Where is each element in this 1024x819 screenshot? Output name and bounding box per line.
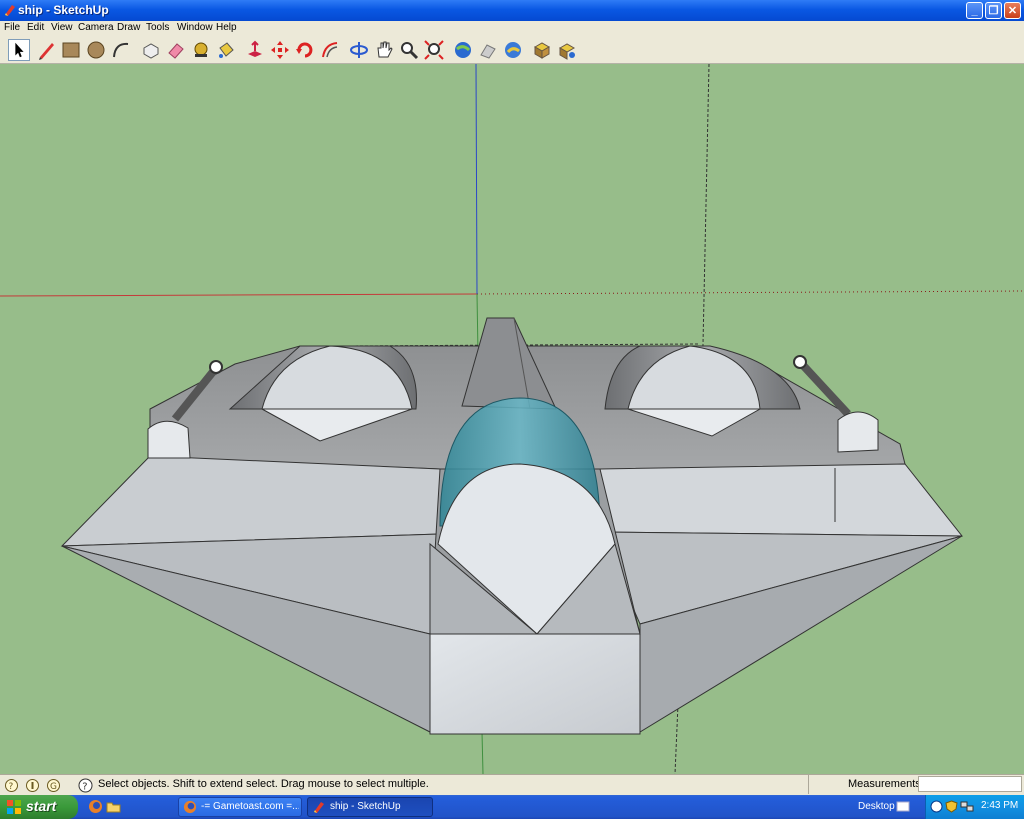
windows-logo-icon [7,800,21,814]
tape-measure-icon[interactable] [190,39,212,61]
model-canvas[interactable] [0,64,1024,774]
right-cannon-muzzle [793,355,807,369]
make-component-icon[interactable] [140,39,162,61]
task-firefox[interactable]: -= Gametoast.com =... [178,797,302,817]
credits-icon[interactable] [25,778,40,793]
red-axis-negative [476,290,1024,295]
toolbar [0,36,1024,64]
zoom-extents-icon[interactable] [423,39,445,61]
network-icon[interactable] [960,800,974,813]
left-cannon-muzzle [209,360,223,374]
google-signin-icon[interactable]: G [46,778,61,793]
status-message: Select objects. Shift to extend select. … [98,778,429,790]
front-block [429,633,641,735]
guide-line-lower [674,703,679,774]
clock[interactable]: 2:43 PM [981,800,1018,811]
select-icon[interactable] [8,39,30,61]
menu-camera[interactable]: Camera [78,22,114,33]
orbit-icon[interactable] [348,39,370,61]
menu-draw[interactable]: Draw [117,22,140,33]
svg-text:G: G [50,782,57,792]
move-icon[interactable] [269,39,291,61]
svg-text:?: ? [9,782,14,792]
zoom-icon[interactable] [398,39,420,61]
red-axis [0,293,478,297]
eraser-icon[interactable] [165,39,187,61]
close-button[interactable]: ✕ [1004,2,1021,19]
arc-icon[interactable] [110,39,132,61]
task-firefox-label: -= Gametoast.com =... [201,801,299,812]
firefox-icon [183,800,197,814]
window-title: ship - SketchUp [18,3,109,17]
rotate-icon[interactable] [294,39,316,61]
start-label: start [26,798,57,814]
pan-icon[interactable] [373,39,395,61]
rectangle-icon[interactable] [60,39,82,61]
menu-window[interactable]: Window [177,22,213,33]
circle-icon[interactable] [85,39,107,61]
desktop-toolbar-icon[interactable] [896,800,910,814]
menu-help[interactable]: Help [216,22,237,33]
svg-text:?: ? [82,782,87,793]
offset-icon[interactable] [319,39,341,61]
measurements-input[interactable] [918,776,1022,792]
component-icon[interactable] [531,39,553,61]
status-bar: ? G ? Select objects. Shift to extend se… [0,774,1024,795]
left-cannon-mount [147,420,191,459]
task-sketchup[interactable]: ship - SketchUp [307,797,433,817]
folder-quicklaunch-icon[interactable] [106,800,121,813]
task-sketchup-label: ship - SketchUp [330,801,401,812]
start-button[interactable]: start [0,795,78,819]
sketchup-app-icon [5,5,15,16]
security-shield-icon[interactable] [930,800,943,813]
hull-panel-left [60,455,441,547]
push-pull-icon[interactable] [244,39,266,61]
menu-tools[interactable]: Tools [146,22,169,33]
restore-button[interactable]: ❐ [985,2,1002,19]
menu-bar: File Edit View Camera Draw Tools Window … [0,21,1024,36]
help-icon[interactable]: ? [78,778,93,793]
minimize-button[interactable]: _ [966,2,983,19]
component-browser-icon[interactable] [556,39,578,61]
paint-bucket-icon[interactable] [215,39,237,61]
menu-file[interactable]: File [4,22,20,33]
taskbar: start -= Gametoast.com =... ship - Sketc… [0,795,1024,819]
firefox-quicklaunch-icon[interactable] [88,799,103,814]
get-models-icon[interactable] [452,39,474,61]
share-model-icon[interactable] [477,39,499,61]
blue-axis [475,64,478,295]
green-axis-negative [481,731,484,774]
menu-edit[interactable]: Edit [27,22,44,33]
google-earth-icon[interactable] [502,39,524,61]
antivirus-icon[interactable] [945,800,958,813]
menu-view[interactable]: View [51,22,73,33]
desktop-toolbar-label[interactable]: Desktop [858,801,895,812]
pencil-icon[interactable] [36,39,58,61]
system-tray: 2:43 PM [925,795,1024,819]
measurements-label: Measurements [848,778,921,790]
right-cannon-mount [837,411,879,453]
geo-location-icon[interactable]: ? [4,778,19,793]
3d-viewport[interactable] [0,64,1024,774]
hull-panel-right [599,463,964,537]
sketchup-icon [314,802,324,813]
title-bar[interactable]: ship - SketchUp _ ❐ ✕ [0,0,1024,21]
